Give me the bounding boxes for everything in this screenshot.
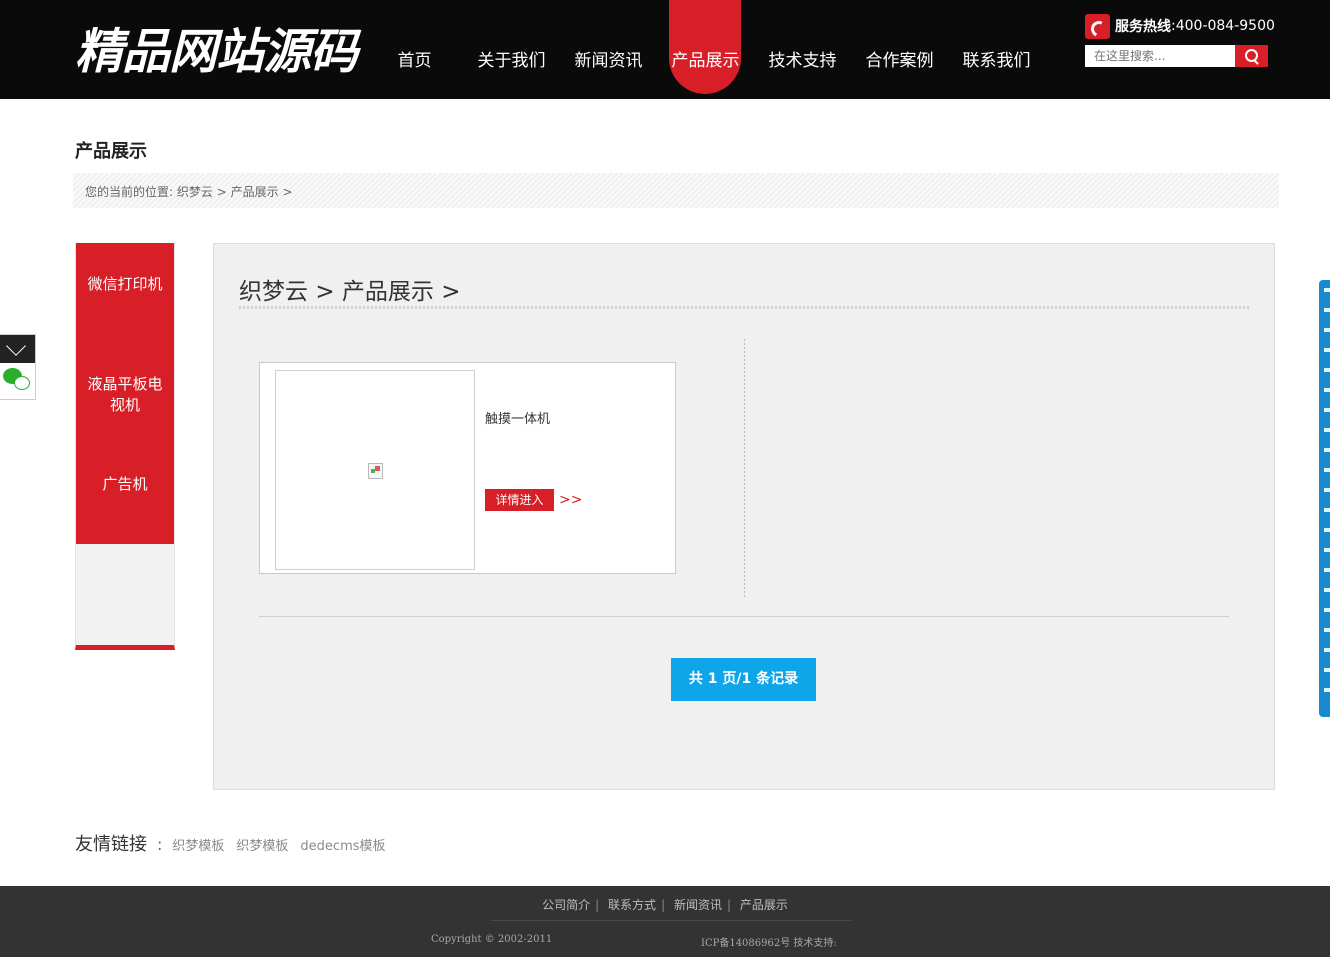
site-logo[interactable]: 精品网站源码 xyxy=(75,22,358,82)
search-box xyxy=(1085,45,1268,67)
nav-item-news[interactable]: 新闻资讯 xyxy=(560,0,657,99)
friend-links: 友情链接 : 织梦模板 织梦模板 dedecms模板 xyxy=(75,830,398,856)
nav-item-cases[interactable]: 合作案例 xyxy=(851,0,948,99)
nav-item-home[interactable]: 首页 xyxy=(366,0,463,99)
breadcrumb: 您的当前的位置: 织梦云 > 产品展示 > xyxy=(85,183,293,200)
friend-link[interactable]: 织梦模板 xyxy=(236,835,288,854)
nav-label: 首页 xyxy=(397,51,432,71)
vertical-divider xyxy=(744,339,745,597)
breadcrumb-link-home[interactable]: 织梦云 xyxy=(177,185,213,199)
content-title-separator: > xyxy=(315,279,335,305)
content-title-home-link[interactable]: 织梦云 xyxy=(239,279,308,305)
page: 精品网站源码 首页 关于我们 新闻资讯 产品展示 技术支持 合作案例 联系我们 … xyxy=(0,0,1330,957)
chevron-down-icon xyxy=(6,336,26,356)
friend-links-separator: : xyxy=(157,835,163,854)
nav-label: 技术支持 xyxy=(768,51,837,71)
footer: 公司简介 | 联系方式 | 新闻资讯 | 产品展示 Copyright © 2002-… xyxy=(0,886,1330,957)
floating-service-panel xyxy=(0,334,36,400)
double-arrow-icon[interactable]: >> xyxy=(559,489,582,511)
phone-icon xyxy=(1085,13,1110,39)
breadcrumb-bar: 您的当前的位置: 织梦云 > 产品展示 > xyxy=(73,173,1279,208)
nav-item-products[interactable]: 产品展示 xyxy=(657,0,754,99)
breadcrumb-link-products[interactable]: 产品展示 xyxy=(231,185,279,199)
footer-link-company[interactable]: 公司简介 xyxy=(537,898,595,912)
footer-link-contact[interactable]: 联系方式 xyxy=(603,898,661,912)
product-card: 触摸一体机 详情进入 >> xyxy=(259,362,676,574)
hotline: 服务热线 :400-084-9500 xyxy=(1085,13,1275,39)
product-name[interactable]: 触摸一体机 xyxy=(485,408,550,427)
breadcrumb-separator: > xyxy=(216,185,227,199)
hotline-label: 服务热线 xyxy=(1115,19,1171,35)
online-service-tab[interactable] xyxy=(1319,280,1330,717)
main-content: 织梦云 > 产品展示 > 触摸一体机 详情进入 >> 共 1 页/1 条记录 xyxy=(213,243,1275,790)
friend-link[interactable]: dedecms模板 xyxy=(300,835,385,854)
detail-button[interactable]: 详情进入 xyxy=(485,489,554,511)
search-button[interactable] xyxy=(1235,45,1268,67)
hotline-number: :400-084-9500 xyxy=(1171,18,1275,34)
wechat-icon[interactable] xyxy=(3,368,31,394)
sidebar-category-panel: 微信打印机 液晶平板电视机 广告机 xyxy=(76,243,174,544)
product-image[interactable] xyxy=(275,370,475,570)
friend-link[interactable]: 织梦模板 xyxy=(172,835,224,854)
sidebar-item-lcd-tv[interactable]: 液晶平板电视机 xyxy=(76,374,174,416)
category-sidebar: 微信打印机 液晶平板电视机 广告机 xyxy=(75,243,175,650)
nav-label: 合作案例 xyxy=(865,51,934,71)
pagination-info: 共 1 页/1 条记录 xyxy=(671,658,816,701)
search-input[interactable] xyxy=(1085,45,1235,67)
sidebar-item-ad-machine[interactable]: 广告机 xyxy=(76,474,174,495)
icp-info: ICP备14086962号 技术支持: xyxy=(701,938,837,949)
wechat-bubble-small xyxy=(14,376,30,390)
content-title-separator: > xyxy=(441,279,461,305)
nav-item-support[interactable]: 技术支持 xyxy=(754,0,851,99)
content-title: 织梦云 > 产品展示 > xyxy=(239,272,461,306)
title-divider xyxy=(239,306,1249,309)
nav-item-about[interactable]: 关于我们 xyxy=(463,0,560,99)
copyright: Copyright © 2002-2011 xyxy=(431,934,553,945)
footer-link-products[interactable]: 产品展示 xyxy=(735,898,793,912)
page-title: 产品展示 xyxy=(75,141,147,162)
nav-label: 新闻资讯 xyxy=(574,51,643,71)
friend-links-label: 友情链接 xyxy=(75,834,147,855)
breadcrumb-prefix: 您的当前的位置: xyxy=(85,185,174,199)
header: 精品网站源码 首页 关于我们 新闻资讯 产品展示 技术支持 合作案例 联系我们 … xyxy=(0,0,1330,99)
sidebar-item-wechat-printer[interactable]: 微信打印机 xyxy=(76,274,174,295)
content-title-products-link[interactable]: 产品展示 xyxy=(342,279,434,305)
nav-label: 关于我们 xyxy=(477,51,546,71)
nav-item-contact[interactable]: 联系我们 xyxy=(948,0,1045,99)
collapse-toggle[interactable] xyxy=(0,335,35,363)
nav-label: 产品展示 xyxy=(671,51,740,71)
main-nav: 首页 关于我们 新闻资讯 产品展示 技术支持 合作案例 联系我们 xyxy=(366,0,1045,99)
footer-divider: | xyxy=(661,898,666,912)
nav-label: 联系我们 xyxy=(962,51,1031,71)
horizontal-divider xyxy=(259,616,1229,617)
footer-link-news[interactable]: 新闻资讯 xyxy=(669,898,727,912)
footer-divider: | xyxy=(595,898,600,912)
footer-divider: | xyxy=(726,898,731,912)
footer-rule xyxy=(491,920,851,921)
broken-image-icon xyxy=(368,463,383,479)
footer-nav: 公司简介 | 联系方式 | 新闻资讯 | 产品展示 xyxy=(0,896,1330,913)
breadcrumb-separator: > xyxy=(282,185,293,199)
